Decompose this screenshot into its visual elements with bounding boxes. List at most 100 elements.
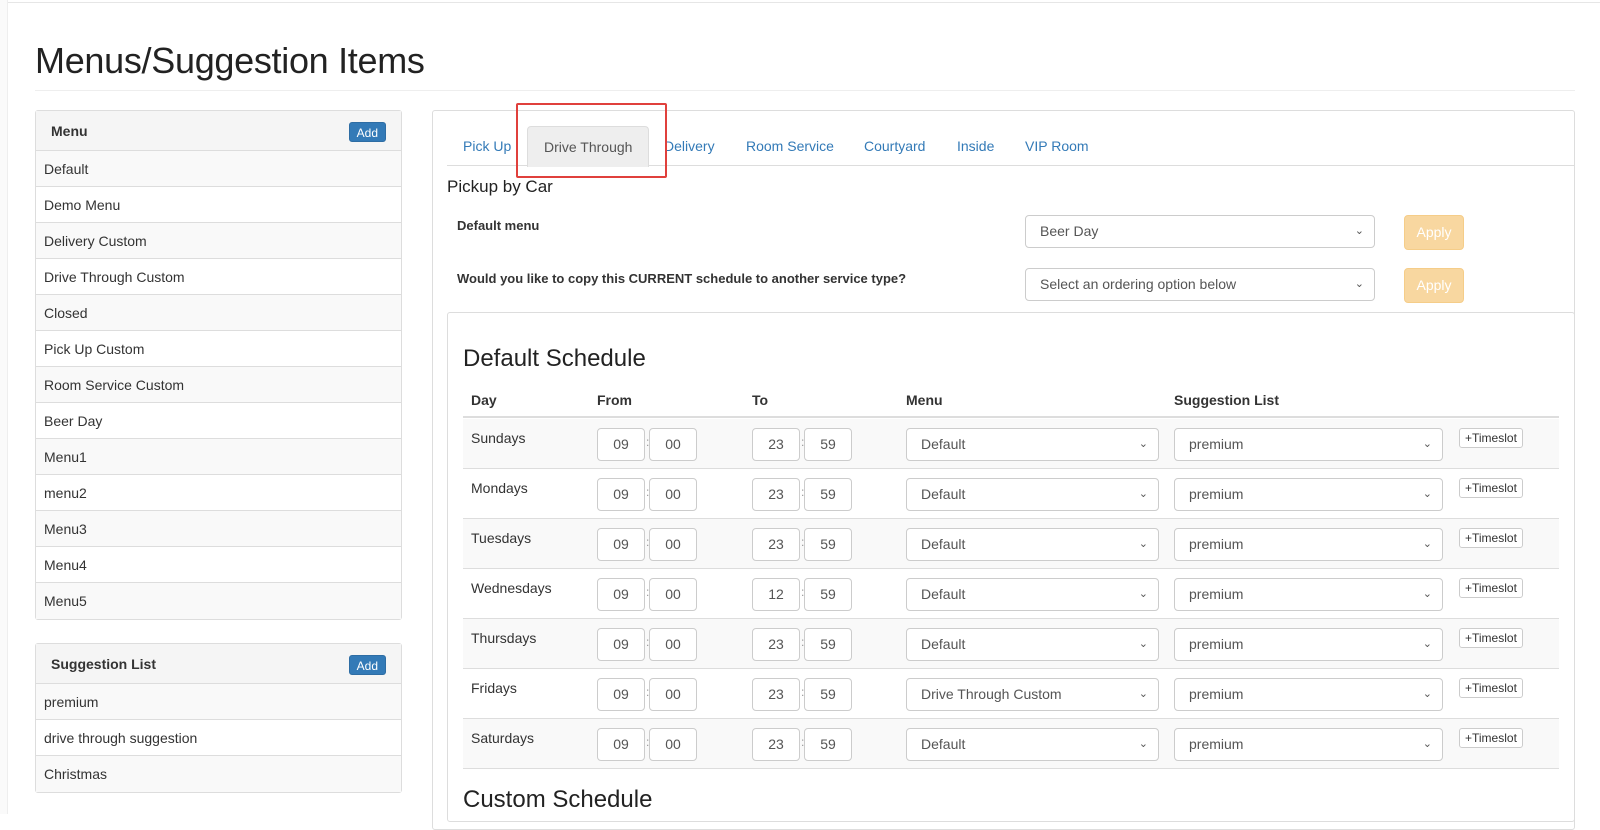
tab-inside[interactable]: Inside <box>941 126 1010 166</box>
menu-item[interactable]: Default <box>36 151 401 187</box>
suggestion-select-value: premium <box>1189 586 1244 602</box>
to-hour-input[interactable]: 23 <box>752 728 800 761</box>
from-hour-input[interactable]: 09 <box>597 428 645 461</box>
suggestion-select[interactable]: premium ⌄ <box>1174 628 1443 661</box>
menu-item[interactable]: Menu5 <box>36 583 401 619</box>
menu-item[interactable]: Room Service Custom <box>36 367 401 403</box>
menu-item[interactable]: Closed <box>36 295 401 331</box>
suggestion-select-value: premium <box>1189 686 1244 702</box>
tab-delivery[interactable]: Delivery <box>648 126 731 166</box>
menu-select-value: Drive Through Custom <box>921 686 1062 702</box>
to-hour-input[interactable]: 23 <box>752 678 800 711</box>
from-minute-input[interactable]: 00 <box>649 728 697 761</box>
menu-item[interactable]: menu2 <box>36 475 401 511</box>
day-label: Mondays <box>471 480 528 496</box>
suggestion-item[interactable]: drive through suggestion <box>36 720 401 756</box>
from-hour-input[interactable]: 09 <box>597 578 645 611</box>
tab-room-service[interactable]: Room Service <box>730 126 850 166</box>
chevron-down-icon: ⌄ <box>1422 588 1432 600</box>
table-header-divider <box>463 416 1559 418</box>
to-hour-input[interactable]: 23 <box>752 528 800 561</box>
to-minute-input[interactable]: 59 <box>804 478 852 511</box>
menu-item[interactable]: Delivery Custom <box>36 223 401 259</box>
from-minute-input[interactable]: 00 <box>649 578 697 611</box>
suggestion-select[interactable]: premium ⌄ <box>1174 678 1443 711</box>
menu-select[interactable]: Default ⌄ <box>906 428 1159 461</box>
add-timeslot-button[interactable]: +Timeslot <box>1459 628 1523 648</box>
suggestion-select[interactable]: premium ⌄ <box>1174 428 1443 461</box>
day-label: Wednesdays <box>471 580 552 596</box>
menu-select[interactable]: Default ⌄ <box>906 628 1159 661</box>
suggestion-select-value: premium <box>1189 436 1244 452</box>
tab-drive-through[interactable]: Drive Through <box>527 126 650 167</box>
from-minute-input[interactable]: 00 <box>649 478 697 511</box>
from-minute-input[interactable]: 00 <box>649 678 697 711</box>
chevron-down-icon: ⌄ <box>1354 225 1364 237</box>
to-minute-input[interactable]: 59 <box>804 678 852 711</box>
menu-item[interactable]: Beer Day <box>36 403 401 439</box>
menu-item[interactable]: Menu4 <box>36 547 401 583</box>
copy-schedule-select[interactable]: Select an ordering option below ⌄ <box>1025 268 1375 301</box>
chevron-down-icon: ⌄ <box>1422 488 1432 500</box>
day-label: Tuesdays <box>471 530 532 546</box>
add-timeslot-button[interactable]: +Timeslot <box>1459 678 1523 698</box>
to-minute-input[interactable]: 59 <box>804 628 852 661</box>
suggestion-select-value: premium <box>1189 636 1244 652</box>
chevron-down-icon: ⌄ <box>1138 538 1148 550</box>
tab-vip-room[interactable]: VIP Room <box>1009 126 1105 166</box>
to-hour-input[interactable]: 12 <box>752 578 800 611</box>
to-hour-input[interactable]: 23 <box>752 428 800 461</box>
menu-select-value: Default <box>921 536 966 552</box>
chevron-down-icon: ⌄ <box>1354 278 1364 290</box>
menu-item[interactable]: Menu1 <box>36 439 401 475</box>
add-suggestion-button[interactable]: Add <box>348 655 386 675</box>
suggestion-select-value: premium <box>1189 486 1244 502</box>
menu-item[interactable]: Menu3 <box>36 511 401 547</box>
add-menu-button[interactable]: Add <box>348 122 386 142</box>
menu-select[interactable]: Default ⌄ <box>906 478 1159 511</box>
to-hour-input[interactable]: 23 <box>752 478 800 511</box>
chevron-down-icon: ⌄ <box>1422 438 1432 450</box>
from-hour-input[interactable]: 09 <box>597 528 645 561</box>
add-timeslot-button[interactable]: +Timeslot <box>1459 528 1523 548</box>
from-hour-input[interactable]: 09 <box>597 678 645 711</box>
to-hour-input[interactable]: 23 <box>752 628 800 661</box>
to-minute-input[interactable]: 59 <box>804 428 852 461</box>
menu-select[interactable]: Drive Through Custom ⌄ <box>906 678 1159 711</box>
to-minute-input[interactable]: 59 <box>804 728 852 761</box>
menu-select[interactable]: Default ⌄ <box>906 728 1159 761</box>
tab-pick-up[interactable]: Pick Up <box>447 126 527 166</box>
apply-default-menu-button[interactable]: Apply <box>1404 215 1464 250</box>
menu-select[interactable]: Default ⌄ <box>906 528 1159 561</box>
default-menu-select[interactable]: Beer Day ⌄ <box>1025 215 1375 248</box>
chevron-down-icon: ⌄ <box>1138 738 1148 750</box>
schedule-row: Fridays 09:00 23:59 Drive Through Custom ⌄ pr… <box>463 669 1559 719</box>
left-gutter <box>0 0 8 814</box>
tab-courtyard[interactable]: Courtyard <box>848 126 941 166</box>
suggestion-item[interactable]: premium <box>36 684 401 720</box>
suggestion-select[interactable]: premium ⌄ <box>1174 728 1443 761</box>
from-minute-input[interactable]: 00 <box>649 428 697 461</box>
to-minute-input[interactable]: 59 <box>804 528 852 561</box>
from-minute-input[interactable]: 00 <box>649 628 697 661</box>
menu-item[interactable]: Pick Up Custom <box>36 331 401 367</box>
suggestion-select[interactable]: premium ⌄ <box>1174 528 1443 561</box>
from-hour-input[interactable]: 09 <box>597 478 645 511</box>
day-label: Thursdays <box>471 630 537 646</box>
menu-item[interactable]: Demo Menu <box>36 187 401 223</box>
add-timeslot-button[interactable]: +Timeslot <box>1459 478 1523 498</box>
add-timeslot-button[interactable]: +Timeslot <box>1459 578 1523 598</box>
menu-item[interactable]: Drive Through Custom <box>36 259 401 295</box>
suggestion-item[interactable]: Christmas <box>36 756 401 792</box>
apply-copy-button[interactable]: Apply <box>1404 268 1464 303</box>
from-hour-input[interactable]: 09 <box>597 728 645 761</box>
from-hour-input[interactable]: 09 <box>597 628 645 661</box>
to-minute-input[interactable]: 59 <box>804 578 852 611</box>
menu-panel-title: Menu <box>51 123 88 139</box>
suggestion-select[interactable]: premium ⌄ <box>1174 578 1443 611</box>
menu-select[interactable]: Default ⌄ <box>906 578 1159 611</box>
from-minute-input[interactable]: 00 <box>649 528 697 561</box>
suggestion-select[interactable]: premium ⌄ <box>1174 478 1443 511</box>
add-timeslot-button[interactable]: +Timeslot <box>1459 428 1523 448</box>
add-timeslot-button[interactable]: +Timeslot <box>1459 728 1523 748</box>
